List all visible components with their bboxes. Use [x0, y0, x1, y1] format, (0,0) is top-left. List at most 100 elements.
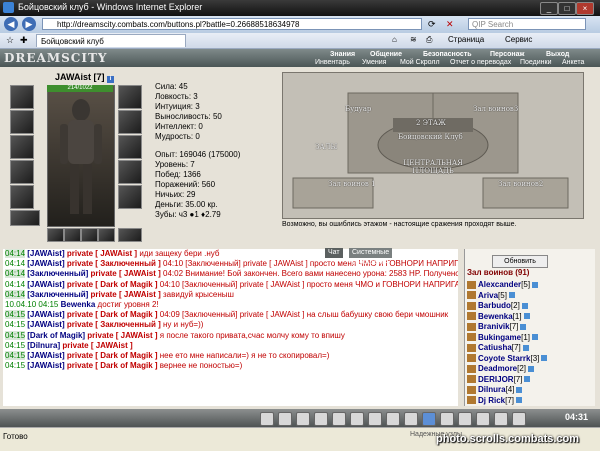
chat-window[interactable]: 04:14 [JAWAist] private [ JAWAist ] иди …	[3, 249, 458, 406]
info-icon[interactable]	[524, 376, 531, 383]
print-icon[interactable]: ⎙	[426, 35, 432, 45]
info-icon[interactable]	[522, 344, 529, 351]
menu-fights[interactable]: Поединки	[520, 59, 552, 66]
helmet-slot[interactable]	[10, 85, 34, 109]
menu-profile[interactable]: Анкета	[562, 59, 584, 66]
map-label-hall1[interactable]: Зал воинов 1	[328, 180, 376, 188]
player-item[interactable]: Deadmore[2]	[467, 364, 535, 373]
toolbar-button-10[interactable]	[422, 412, 436, 426]
minimize-button[interactable]: _	[540, 2, 558, 15]
player-item[interactable]: Bukingame[1]	[467, 333, 539, 342]
player-name[interactable]: Coyote Starrk	[478, 354, 530, 363]
info-icon[interactable]	[521, 302, 528, 309]
bag-slot-5[interactable]	[118, 228, 142, 242]
map-label-hall3[interactable]: Зал воинов3	[473, 105, 518, 113]
refresh-button[interactable]: Обновить	[492, 255, 548, 268]
chat-sender[interactable]: [Dilnura]	[27, 341, 60, 350]
map-label-boudoir[interactable]: Будуар	[345, 105, 371, 113]
chat-sender[interactable]: [JAWAist]	[27, 310, 64, 319]
toolbar-button-8[interactable]	[386, 412, 400, 426]
tab-system-messages[interactable]: Системные сообщения	[349, 248, 393, 266]
chat-private[interactable]: private [ JAWAist ]	[91, 290, 161, 299]
map-label-halls[interactable]: ЗАЛЫ	[315, 143, 337, 151]
earring-slot[interactable]	[118, 85, 142, 109]
player-name[interactable]: Dj Rick	[478, 396, 505, 405]
player-name[interactable]: Ariva	[478, 291, 498, 300]
menu-transfer-report[interactable]: Отчет о переводах	[450, 59, 511, 66]
chat-private[interactable]: private [ JAWAist ]	[62, 341, 132, 350]
chat-sender[interactable]: [JAWAist]	[27, 361, 64, 370]
chat-private[interactable]: private [ Dark of Magik ]	[67, 310, 158, 319]
map-label-hall2[interactable]: Зал воинов2	[498, 180, 543, 188]
chat-private[interactable]: private [ Dark of Magik ]	[67, 351, 158, 360]
chat-private[interactable]: private [ JAWAist ]	[91, 269, 161, 278]
info-icon[interactable]	[532, 281, 539, 288]
player-name[interactable]: Alexcander	[478, 280, 521, 289]
player-name[interactable]: Barbudo	[478, 301, 511, 310]
tab-chat[interactable]: Чат	[325, 248, 343, 258]
tools-menu[interactable]: Сервис	[505, 35, 532, 44]
stop-icon[interactable]: ✕	[446, 19, 454, 30]
player-item[interactable]: Catiusha[7]	[467, 343, 529, 352]
player-item[interactable]: Barbudo[2]	[467, 301, 528, 310]
chat-sender[interactable]: [JAWAist]	[27, 351, 64, 360]
player-name[interactable]: DERIJOR	[478, 375, 514, 384]
toolbar-button-4[interactable]	[314, 412, 328, 426]
info-icon[interactable]	[508, 292, 515, 299]
chat-sender[interactable]: [JAWAist]	[27, 259, 64, 268]
url-input[interactable]: http://dreamscity.combats.com/buttons.pl…	[42, 18, 422, 30]
info-icon[interactable]	[523, 313, 530, 320]
chat-private[interactable]: private [ JAWAist ]	[67, 249, 137, 258]
toolbar-button-2[interactable]	[278, 412, 292, 426]
player-item[interactable]: Branivik[7]	[467, 322, 527, 331]
player-name[interactable]: Dilnura	[478, 385, 506, 394]
ring-slot[interactable]	[118, 110, 142, 134]
map-label-fight-club[interactable]: Бойцовский Клуб	[398, 133, 463, 141]
amulet-slot[interactable]	[10, 110, 34, 134]
bag-slot-2[interactable]	[64, 228, 81, 242]
maximize-button[interactable]: □	[558, 2, 576, 15]
player-item[interactable]: Coyote Starrk[3]	[467, 354, 548, 363]
player-item[interactable]: DERIJOR[7]	[467, 375, 531, 384]
menu-communication[interactable]: Общение	[370, 51, 402, 58]
menu-security[interactable]: Безопасность	[423, 51, 472, 58]
search-input[interactable]: QIP Search	[468, 18, 586, 30]
player-name[interactable]: Bewenka	[478, 312, 513, 321]
player-item[interactable]: Bewenka[1]	[467, 312, 530, 321]
menu-inventory[interactable]: Инвентарь	[315, 59, 350, 66]
add-favorites-icon[interactable]: ✚	[20, 35, 28, 46]
info-icon[interactable]	[516, 386, 523, 393]
back-button[interactable]: ◀	[4, 17, 18, 31]
toolbar-button-5[interactable]	[332, 412, 346, 426]
refresh-icon[interactable]: ⟳	[428, 19, 436, 30]
player-name[interactable]: Catiusha	[478, 343, 512, 352]
chat-sender[interactable]: [Заключенный]	[27, 269, 88, 278]
toolbar-button-3[interactable]	[296, 412, 310, 426]
chat-sender[interactable]: [JAWAist]	[27, 280, 64, 289]
map-label-central-square[interactable]: ЦЕНТРАЛЬНАЯ ПЛОЩАДЬ	[403, 159, 463, 175]
chat-private[interactable]: private [ Dark of Magik ]	[67, 280, 158, 289]
player-name[interactable]: Branivik	[478, 322, 510, 331]
menu-exit[interactable]: Выход	[546, 51, 569, 58]
belt-slot[interactable]	[10, 185, 34, 209]
toolbar-button-14[interactable]	[494, 412, 508, 426]
toolbar-button-9[interactable]	[404, 412, 418, 426]
potion-slot[interactable]	[10, 210, 40, 226]
toolbar-button-11[interactable]	[440, 412, 454, 426]
chat-sender[interactable]: [Заключенный]	[27, 290, 88, 299]
chat-private[interactable]: private [ Dark of Magik ]	[67, 361, 158, 370]
weapon-slot[interactable]	[10, 135, 34, 159]
player-item[interactable]: Dilnura[4]	[467, 385, 523, 394]
player-name[interactable]: Bukingame	[478, 333, 521, 342]
favorites-star-icon[interactable]: ☆	[6, 35, 14, 46]
shield-slot[interactable]	[118, 160, 142, 184]
info-icon[interactable]	[532, 334, 539, 341]
toolbar-button-12[interactable]	[458, 412, 472, 426]
chat-private[interactable]: private [ Заключенный ]	[67, 320, 161, 329]
bag-slot-1[interactable]	[47, 228, 64, 242]
close-button[interactable]: ×	[576, 2, 594, 15]
gloves-slot[interactable]	[118, 135, 142, 159]
player-item[interactable]: Alexcander[5]	[467, 280, 539, 289]
chat-sender[interactable]: [JAWAist]	[27, 249, 64, 258]
toolbar-button-1[interactable]	[260, 412, 274, 426]
